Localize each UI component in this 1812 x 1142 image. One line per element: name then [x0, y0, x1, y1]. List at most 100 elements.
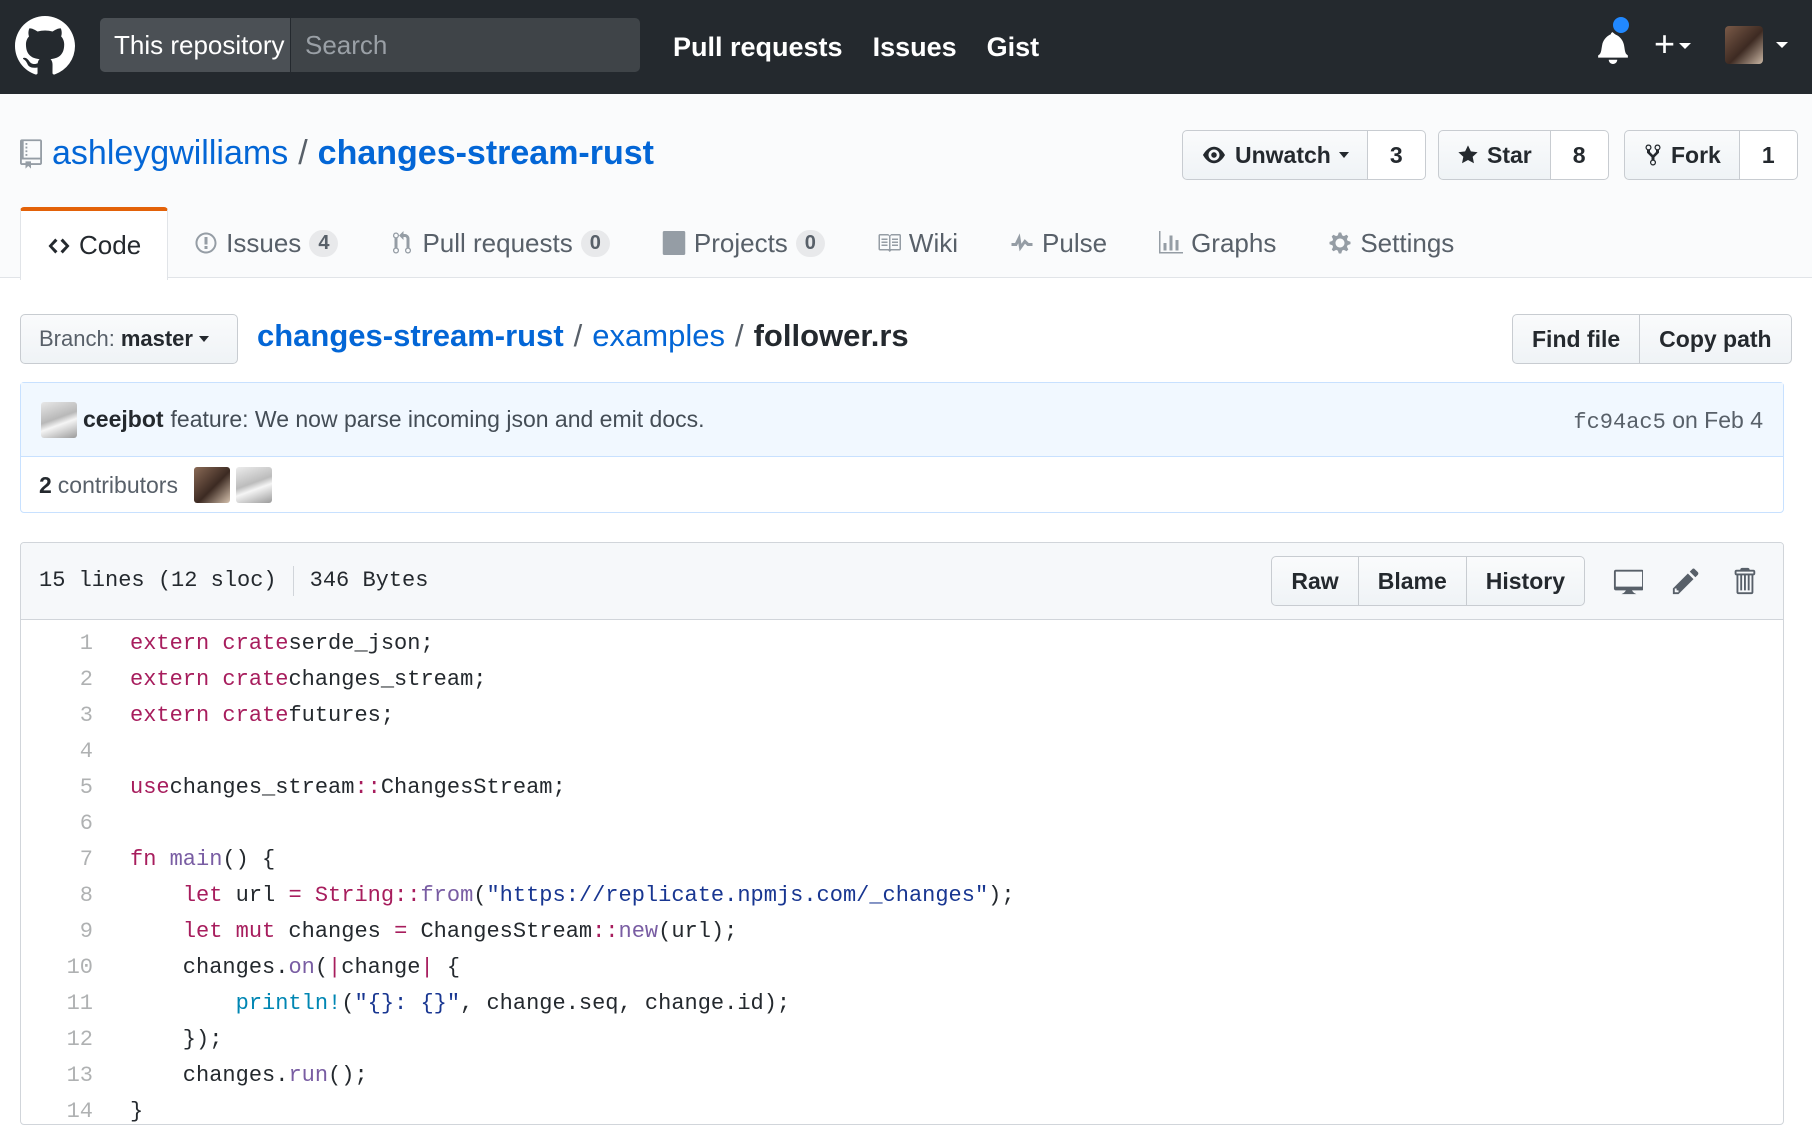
header-nav: Pull requests Issues Gist [673, 0, 1039, 94]
line-number[interactable]: 2 [21, 667, 93, 692]
code-token: :: [592, 918, 619, 944]
repo-owner-link[interactable]: ashleygwilliams [52, 134, 288, 173]
line-number[interactable]: 9 [21, 919, 93, 944]
commit-author-link[interactable]: ceejbot [83, 406, 164, 433]
tab-pulse[interactable]: Pulse [984, 207, 1133, 279]
watchers-count[interactable]: 3 [1367, 130, 1426, 180]
code-line: 6 [21, 805, 1783, 841]
tab-label: Pull requests [422, 227, 573, 258]
line-number[interactable]: 4 [21, 739, 93, 764]
branch-select-button[interactable]: Branch: master [20, 314, 238, 364]
user-menu-caret-icon[interactable] [1776, 42, 1788, 48]
code-token: }); [130, 1026, 223, 1052]
tab-issues[interactable]: Issues 4 [168, 207, 364, 279]
code-line: 4 [21, 733, 1783, 769]
line-number[interactable]: 5 [21, 775, 93, 800]
user-avatar[interactable] [1725, 26, 1763, 64]
fork-label: Fork [1671, 141, 1721, 168]
code-line: 3 extern cratefutures; [21, 697, 1783, 733]
find-file-button[interactable]: Find file [1512, 314, 1641, 364]
code-line: 13 changes.run(); [21, 1057, 1783, 1093]
code-token: , change.seq, change.id); [460, 990, 791, 1016]
projects-counter: 0 [795, 229, 825, 257]
contributor-avatar[interactable] [193, 467, 230, 503]
line-number[interactable]: 8 [21, 883, 93, 908]
line-number[interactable]: 13 [21, 1063, 93, 1088]
caret-down-icon [1338, 152, 1349, 158]
line-number[interactable]: 11 [21, 991, 93, 1016]
tab-projects[interactable]: Projects 0 [636, 207, 851, 279]
header-nav-issues[interactable]: Issues [873, 32, 957, 63]
line-number[interactable]: 12 [21, 1027, 93, 1052]
copy-path-button[interactable]: Copy path [1639, 314, 1792, 364]
trashcan-icon[interactable] [1729, 566, 1759, 596]
tab-label: Wiki [908, 227, 959, 258]
tab-pull-requests[interactable]: Pull requests 0 [364, 207, 635, 279]
code-icon [48, 238, 70, 253]
eye-icon [1203, 146, 1225, 164]
code-token: url [222, 882, 289, 908]
history-button[interactable]: History [1465, 556, 1585, 606]
commit-author-avatar[interactable] [41, 401, 77, 438]
file-viewer: 15 lines (12 sloc) 346 Bytes Raw Blame H… [20, 542, 1784, 1125]
code-token: from [420, 882, 474, 908]
fork-button[interactable]: Fork [1624, 130, 1740, 180]
device-desktop-icon[interactable] [1613, 566, 1643, 596]
line-code: extern cratechanges_stream; [93, 667, 486, 692]
code-token: String [314, 882, 395, 908]
breadcrumb-file-name: follower.rs [753, 318, 909, 353]
raw-button[interactable]: Raw [1271, 556, 1359, 606]
code-token: main [169, 846, 223, 872]
breadcrumb-separator: / [573, 318, 583, 353]
breadcrumb-repo-link[interactable]: changes-stream-rust [257, 318, 564, 354]
forks-count[interactable]: 1 [1739, 130, 1798, 180]
line-code: changes.run(); [93, 1063, 368, 1088]
branch-prefix: Branch: [39, 326, 115, 351]
line-number[interactable]: 14 [21, 1099, 93, 1124]
github-logo-icon[interactable] [15, 16, 75, 76]
line-code: changes.on(|change| { [93, 955, 460, 980]
line-number[interactable]: 10 [21, 955, 93, 980]
commit-message-link[interactable]: feature: We now parse incoming json and … [171, 406, 705, 433]
contributors-row[interactable]: 2 contributors [21, 457, 1783, 513]
breadcrumb-dir-link[interactable]: examples [592, 318, 725, 354]
tab-label: Graphs [1191, 227, 1277, 258]
unwatch-button[interactable]: Unwatch [1182, 130, 1368, 180]
search-input[interactable] [291, 18, 640, 72]
pencil-icon[interactable] [1671, 566, 1701, 596]
line-number[interactable]: 7 [21, 847, 93, 872]
line-code: usechanges_stream::ChangesStream; [93, 775, 566, 800]
code-line: 10 changes.on(|change| { [21, 949, 1783, 985]
line-number[interactable]: 1 [21, 631, 93, 656]
line-number[interactable]: 3 [21, 703, 93, 728]
stargazers-count[interactable]: 8 [1550, 130, 1609, 180]
commit-sha-link[interactable]: fc94ac5 [1573, 410, 1665, 435]
create-new-dropdown[interactable]: + [1654, 22, 1692, 66]
line-code: extern crateserde_json; [93, 631, 434, 656]
tab-settings[interactable]: Settings [1302, 207, 1480, 279]
star-button[interactable]: Star [1438, 130, 1551, 180]
code-line: 8 let url = String::from("https://replic… [21, 877, 1783, 913]
code-token: ( [473, 882, 487, 908]
contributor-avatar[interactable] [235, 467, 272, 503]
code-line: 7 fn main() { [21, 841, 1783, 877]
repo-name-link[interactable]: changes-stream-rust [318, 134, 654, 173]
blame-button[interactable]: Blame [1357, 556, 1467, 606]
code-token: "{}: {}" [354, 990, 461, 1016]
repo-header: ashleygwilliams / changes-stream-rust Un… [0, 94, 1812, 280]
code-token: use [130, 774, 170, 800]
file-size: 346 Bytes [309, 568, 429, 593]
code-token: changes. [130, 1062, 289, 1088]
tab-label: Projects [693, 227, 788, 258]
tab-graphs[interactable]: Graphs [1133, 207, 1302, 279]
pulse-icon [1011, 233, 1033, 252]
line-number[interactable]: 6 [21, 811, 93, 836]
repo-nav: Code Issues 4 Pull requests 0 Projects 0… [20, 207, 1480, 280]
header-nav-gist[interactable]: Gist [987, 32, 1040, 63]
tab-code[interactable]: Code [20, 207, 169, 280]
header-nav-pull-requests[interactable]: Pull requests [673, 32, 843, 63]
search-scope-label: This repository [100, 18, 291, 72]
tab-wiki[interactable]: Wiki [851, 207, 984, 279]
branch-name: master [120, 326, 193, 351]
